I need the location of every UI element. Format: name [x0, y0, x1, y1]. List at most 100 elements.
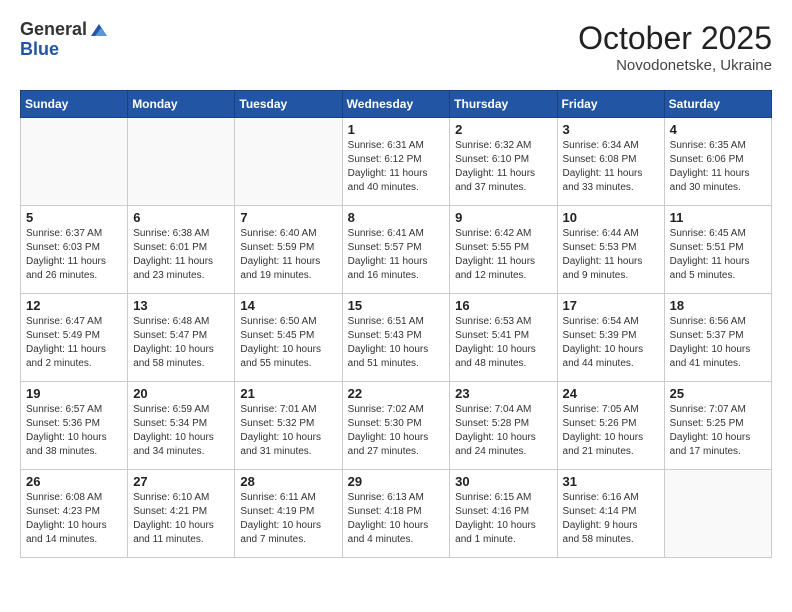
week-row-1: 5 Sunrise: 6:37 AM Sunset: 6:03 PM Daylig… [21, 206, 772, 294]
calendar-table: Sunday Monday Tuesday Wednesday Thursday… [20, 90, 772, 558]
calendar-cell [235, 118, 342, 206]
day-info: Sunrise: 6:10 AM Sunset: 4:21 PM Dayligh… [133, 491, 229, 547]
calendar-cell: 23 Sunrise: 7:04 AM Sunset: 5:28 PM Dayli… [450, 382, 557, 470]
calendar-cell: 8 Sunrise: 6:41 AM Sunset: 5:57 PM Daylig… [342, 206, 450, 294]
day-number: 26 [26, 474, 122, 489]
location-title: Novodonetske, Ukraine [578, 57, 772, 74]
logo-general: General [20, 20, 87, 40]
day-info: Sunrise: 7:07 AM Sunset: 5:25 PM Dayligh… [670, 403, 766, 459]
calendar-cell: 27 Sunrise: 6:10 AM Sunset: 4:21 PM Dayli… [128, 470, 235, 558]
day-info: Sunrise: 6:35 AM Sunset: 6:06 PM Dayligh… [670, 139, 766, 195]
day-number: 23 [455, 386, 551, 401]
week-row-4: 26Sunrise: 6:08 AM Sunset: 4:23 PM Dayli… [21, 470, 772, 558]
day-number: 31 [563, 474, 659, 489]
day-info: Sunrise: 6:37 AM Sunset: 6:03 PM Dayligh… [26, 227, 122, 283]
calendar-cell: 9 Sunrise: 6:42 AM Sunset: 5:55 PM Daylig… [450, 206, 557, 294]
calendar-cell: 1 Sunrise: 6:31 AM Sunset: 6:12 PM Daylig… [342, 118, 450, 206]
calendar-cell: 6 Sunrise: 6:38 AM Sunset: 6:01 PM Daylig… [128, 206, 235, 294]
day-number: 19 [26, 386, 122, 401]
day-info: Sunrise: 7:05 AM Sunset: 5:26 PM Dayligh… [563, 403, 659, 459]
calendar-cell: 30 Sunrise: 6:15 AM Sunset: 4:16 PM Dayli… [450, 470, 557, 558]
day-number: 6 [133, 210, 229, 225]
page-header: General Blue October 2025 Novodonetske, … [20, 20, 772, 74]
day-number: 24 [563, 386, 659, 401]
day-number: 29 [348, 474, 445, 489]
calendar-cell: 19Sunrise: 6:57 AM Sunset: 5:36 PM Dayli… [21, 382, 128, 470]
calendar-cell: 4 Sunrise: 6:35 AM Sunset: 6:06 PM Daylig… [664, 118, 771, 206]
calendar-cell: 11 Sunrise: 6:45 AM Sunset: 5:51 PM Dayli… [664, 206, 771, 294]
day-number: 27 [133, 474, 229, 489]
day-info: Sunrise: 6:32 AM Sunset: 6:10 PM Dayligh… [455, 139, 551, 195]
day-number: 15 [348, 298, 445, 313]
logo: General Blue [20, 20, 107, 60]
day-info: Sunrise: 6:40 AM Sunset: 5:59 PM Dayligh… [240, 227, 336, 283]
month-title: October 2025 [578, 20, 772, 57]
day-info: Sunrise: 7:02 AM Sunset: 5:30 PM Dayligh… [348, 403, 445, 459]
calendar-cell: 24 Sunrise: 7:05 AM Sunset: 5:26 PM Dayli… [557, 382, 664, 470]
calendar-cell: 17Sunrise: 6:54 AM Sunset: 5:39 PM Dayli… [557, 294, 664, 382]
day-info: Sunrise: 7:04 AM Sunset: 5:28 PM Dayligh… [455, 403, 551, 459]
day-info: Sunrise: 6:16 AM Sunset: 4:14 PM Dayligh… [563, 491, 659, 547]
day-info: Sunrise: 6:31 AM Sunset: 6:12 PM Dayligh… [348, 139, 445, 195]
title-block: October 2025 Novodonetske, Ukraine [578, 20, 772, 74]
day-number: 3 [563, 122, 659, 137]
day-info: Sunrise: 6:48 AM Sunset: 5:47 PM Dayligh… [133, 315, 229, 371]
header-sunday: Sunday [21, 91, 128, 118]
day-info: Sunrise: 6:42 AM Sunset: 5:55 PM Dayligh… [455, 227, 551, 283]
calendar-cell: 14 Sunrise: 6:50 AM Sunset: 5:45 PM Dayli… [235, 294, 342, 382]
day-info: Sunrise: 7:01 AM Sunset: 5:32 PM Dayligh… [240, 403, 336, 459]
day-info: Sunrise: 6:13 AM Sunset: 4:18 PM Dayligh… [348, 491, 445, 547]
day-number: 4 [670, 122, 766, 137]
calendar-cell: 28Sunrise: 6:11 AM Sunset: 4:19 PM Dayli… [235, 470, 342, 558]
day-number: 2 [455, 122, 551, 137]
day-number: 10 [563, 210, 659, 225]
day-number: 28 [240, 474, 336, 489]
calendar-cell: 20 Sunrise: 6:59 AM Sunset: 5:34 PM Dayli… [128, 382, 235, 470]
day-number: 8 [348, 210, 445, 225]
day-number: 9 [455, 210, 551, 225]
day-number: 13 [133, 298, 229, 313]
calendar-cell: 26Sunrise: 6:08 AM Sunset: 4:23 PM Dayli… [21, 470, 128, 558]
day-info: Sunrise: 6:45 AM Sunset: 5:51 PM Dayligh… [670, 227, 766, 283]
day-info: Sunrise: 6:41 AM Sunset: 5:57 PM Dayligh… [348, 227, 445, 283]
calendar-cell: 15 Sunrise: 6:51 AM Sunset: 5:43 PM Dayli… [342, 294, 450, 382]
header-wednesday: Wednesday [342, 91, 450, 118]
day-info: Sunrise: 6:56 AM Sunset: 5:37 PM Dayligh… [670, 315, 766, 371]
day-number: 11 [670, 210, 766, 225]
calendar-cell: 16 Sunrise: 6:53 AM Sunset: 5:41 PM Dayli… [450, 294, 557, 382]
header-tuesday: Tuesday [235, 91, 342, 118]
calendar-cell: 5 Sunrise: 6:37 AM Sunset: 6:03 PM Daylig… [21, 206, 128, 294]
calendar-cell: 18Sunrise: 6:56 AM Sunset: 5:37 PM Dayli… [664, 294, 771, 382]
day-info: Sunrise: 6:47 AM Sunset: 5:49 PM Dayligh… [26, 315, 122, 371]
calendar-cell: 7 Sunrise: 6:40 AM Sunset: 5:59 PM Daylig… [235, 206, 342, 294]
day-info: Sunrise: 6:53 AM Sunset: 5:41 PM Dayligh… [455, 315, 551, 371]
day-info: Sunrise: 6:34 AM Sunset: 6:08 PM Dayligh… [563, 139, 659, 195]
day-number: 22 [348, 386, 445, 401]
calendar-cell: 21 Sunrise: 7:01 AM Sunset: 5:32 PM Dayli… [235, 382, 342, 470]
week-row-2: 12 Sunrise: 6:47 AM Sunset: 5:49 PM Dayli… [21, 294, 772, 382]
header-friday: Friday [557, 91, 664, 118]
day-number: 30 [455, 474, 551, 489]
calendar-cell: 31 Sunrise: 6:16 AM Sunset: 4:14 PM Dayli… [557, 470, 664, 558]
calendar-cell: 13 Sunrise: 6:48 AM Sunset: 5:47 PM Dayli… [128, 294, 235, 382]
day-number: 1 [348, 122, 445, 137]
day-info: Sunrise: 6:50 AM Sunset: 5:45 PM Dayligh… [240, 315, 336, 371]
header-thursday: Thursday [450, 91, 557, 118]
day-info: Sunrise: 6:59 AM Sunset: 5:34 PM Dayligh… [133, 403, 229, 459]
day-number: 20 [133, 386, 229, 401]
calendar-cell [664, 470, 771, 558]
calendar-cell: 12 Sunrise: 6:47 AM Sunset: 5:49 PM Dayli… [21, 294, 128, 382]
logo-icon [89, 22, 107, 40]
day-number: 21 [240, 386, 336, 401]
day-info: Sunrise: 6:54 AM Sunset: 5:39 PM Dayligh… [563, 315, 659, 371]
day-number: 7 [240, 210, 336, 225]
day-number: 12 [26, 298, 122, 313]
day-info: Sunrise: 6:38 AM Sunset: 6:01 PM Dayligh… [133, 227, 229, 283]
day-info: Sunrise: 6:15 AM Sunset: 4:16 PM Dayligh… [455, 491, 551, 547]
day-number: 5 [26, 210, 122, 225]
day-number: 14 [240, 298, 336, 313]
week-row-0: 1 Sunrise: 6:31 AM Sunset: 6:12 PM Daylig… [21, 118, 772, 206]
calendar-cell: 2 Sunrise: 6:32 AM Sunset: 6:10 PM Daylig… [450, 118, 557, 206]
day-info: Sunrise: 6:51 AM Sunset: 5:43 PM Dayligh… [348, 315, 445, 371]
day-number: 16 [455, 298, 551, 313]
